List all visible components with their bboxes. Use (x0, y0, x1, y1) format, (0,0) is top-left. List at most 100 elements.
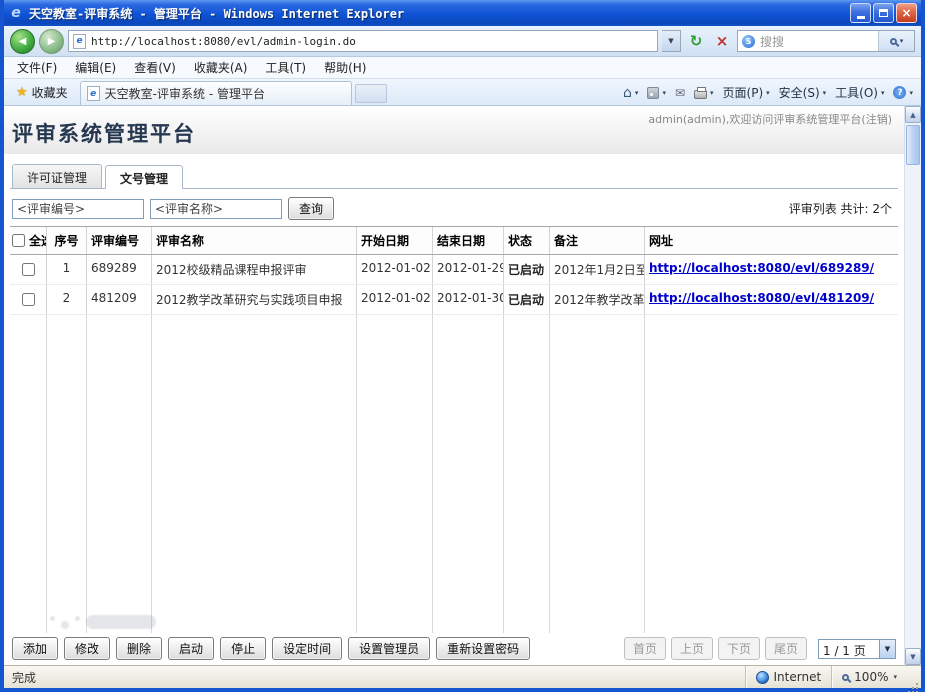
scrollbar-thumb[interactable] (906, 125, 920, 165)
feeds-button[interactable]: ▾ (647, 87, 666, 99)
delete-button[interactable]: 删除 (116, 637, 162, 660)
select-all-checkbox[interactable] (12, 234, 25, 247)
next-page-button[interactable]: 下页 (718, 637, 760, 660)
menu-favorites[interactable]: 收藏夹(A) (185, 57, 257, 78)
row-checkbox[interactable] (22, 263, 35, 276)
add-button[interactable]: 添加 (12, 637, 58, 660)
action-bar: 添加 修改 删除 启动 停止 设定时间 设置管理员 重新设置密码 首页 上页 下… (10, 633, 898, 662)
print-button[interactable]: ▾ (694, 87, 714, 99)
stop-button[interactable]: × (711, 30, 733, 52)
search-provider-icon: S (742, 35, 755, 48)
stop-icon: × (716, 32, 729, 50)
review-url-link[interactable]: http://localhost:8080/evl/481209/ (649, 291, 874, 305)
filter-row: 查询 评审列表 共计: 2个 (12, 197, 896, 220)
tab-license-management[interactable]: 许可证管理 (12, 164, 102, 188)
print-dropdown-icon: ▾ (710, 89, 714, 97)
scroll-down-button[interactable]: ▼ (905, 648, 921, 665)
page-menu-label: 页面(P) (723, 84, 764, 101)
menu-help[interactable]: 帮助(H) (315, 57, 375, 78)
header-url: 网址 (645, 227, 898, 254)
safety-menu-button[interactable]: 安全(S) ▾ (779, 84, 827, 101)
edit-button[interactable]: 修改 (64, 637, 110, 660)
read-mail-button[interactable]: ✉ (675, 86, 685, 100)
row-checkbox[interactable] (22, 293, 35, 306)
cell-status: 已启动 (504, 255, 550, 284)
cell-start-date: 2012-01-02 (357, 255, 433, 284)
page-menu-dropdown-icon: ▾ (766, 89, 770, 97)
favorites-button[interactable]: ★ 收藏夹 (8, 80, 76, 105)
cell-remark: 2012年1月2日至: (550, 255, 645, 284)
page-viewport: 评审系统管理平台 admin(admin),欢迎访问评审系统管理平台(注销) 许… (4, 106, 921, 665)
browser-window: e 天空教室-评审系统 - 管理平台 - Windows Internet Ex… (0, 0, 925, 692)
list-summary: 评审列表 共计: 2个 (789, 200, 896, 217)
zoom-control[interactable]: 100% ▾ (831, 666, 907, 688)
cell-seq: 2 (47, 285, 87, 314)
safety-menu-label: 安全(S) (779, 84, 820, 101)
forward-button[interactable]: ▶ (39, 29, 64, 54)
browser-tab[interactable]: e 天空教室-评审系统 - 管理平台 (80, 81, 352, 105)
set-admin-button[interactable]: 设置管理员 (348, 637, 430, 660)
last-page-button[interactable]: 尾页 (765, 637, 807, 660)
page-title: 评审系统管理平台 (12, 118, 196, 148)
stop-review-button[interactable]: 停止 (220, 637, 266, 660)
close-button[interactable]: × (896, 3, 917, 23)
review-url-link[interactable]: http://localhost:8080/evl/689289/ (649, 261, 874, 275)
tab-document-management[interactable]: 文号管理 (105, 165, 183, 189)
refresh-button[interactable]: ↻ (685, 30, 707, 52)
back-button[interactable]: ◀ (10, 29, 35, 54)
help-button[interactable]: ? ▾ (893, 86, 913, 99)
start-button[interactable]: 启动 (168, 637, 214, 660)
menu-tools[interactable]: 工具(T) (256, 57, 315, 78)
review-name-input[interactable] (150, 199, 282, 219)
header-code: 评审编号 (87, 227, 152, 254)
search-button[interactable]: ▾ (878, 31, 914, 51)
zoom-icon (842, 674, 849, 681)
page-menu-button[interactable]: 页面(P) ▾ (723, 84, 770, 101)
reset-password-button[interactable]: 重新设置密码 (436, 637, 530, 660)
favorites-bar: ★ 收藏夹 e 天空教室-评审系统 - 管理平台 ⌂ ▾ ▾ ✉ ▾ (4, 79, 921, 106)
zoom-dropdown-icon[interactable]: ▾ (893, 673, 897, 681)
table-header-row: 全选 序号 评审编号 评审名称 开始日期 结束日期 状态 备注 网址 (10, 226, 898, 255)
header-name: 评审名称 (152, 227, 357, 254)
tools-menu-button[interactable]: 工具(O) ▾ (835, 84, 884, 101)
help-icon: ? (893, 86, 906, 99)
table-row: 2 481209 2012教学改革研究与实践项目申报 2012-01-02 20… (10, 285, 898, 315)
scrollbar-track[interactable] (905, 123, 921, 648)
print-icon (694, 90, 707, 99)
tab-title: 天空教室-评审系统 - 管理平台 (105, 85, 265, 102)
review-table: 全选 序号 评审编号 评审名称 开始日期 结束日期 状态 备注 网址 1 689… (10, 226, 898, 633)
scroll-up-button[interactable]: ▲ (905, 106, 921, 123)
ie-icon: e (8, 5, 24, 21)
pagination: 首页 上页 下页 尾页 1 / 1 页 ▼ (624, 637, 896, 660)
vertical-scrollbar: ▲ ▼ (904, 106, 921, 665)
page-select-value: 1 / 1 页 (819, 640, 879, 658)
header-select-all: 全选 (29, 232, 47, 249)
search-input[interactable]: S 搜搜 ▾ (737, 30, 915, 52)
address-dropdown-icon[interactable]: ▼ (662, 30, 681, 52)
header-end-date: 结束日期 (433, 227, 504, 254)
page-select-dropdown-icon[interactable]: ▼ (879, 640, 895, 658)
resize-grip[interactable] (907, 666, 921, 688)
cell-code: 481209 (87, 285, 152, 314)
cell-code: 689289 (87, 255, 152, 284)
address-field[interactable]: e http://localhost:8080/evl/admin-login.… (68, 30, 658, 52)
menu-bar: 文件(F) 编辑(E) 查看(V) 收藏夹(A) 工具(T) 帮助(H) (4, 57, 921, 79)
page-select[interactable]: 1 / 1 页 ▼ (818, 639, 896, 659)
home-button[interactable]: ⌂ ▾ (623, 85, 638, 101)
new-tab-button[interactable] (355, 84, 387, 103)
user-greeting[interactable]: admin(admin),欢迎访问评审系统管理平台(注销) (648, 111, 892, 127)
window-title: 天空教室-评审系统 - 管理平台 - Windows Internet Expl… (29, 5, 404, 22)
help-dropdown-icon: ▾ (909, 89, 913, 97)
menu-edit[interactable]: 编辑(E) (66, 57, 125, 78)
query-button[interactable]: 查询 (288, 197, 334, 220)
minimize-button[interactable] (850, 3, 871, 23)
prev-page-button[interactable]: 上页 (671, 637, 713, 660)
maximize-button[interactable] (873, 3, 894, 23)
tools-menu-dropdown-icon: ▾ (881, 89, 885, 97)
menu-file[interactable]: 文件(F) (8, 57, 66, 78)
review-code-input[interactable] (12, 199, 144, 219)
search-placeholder: 搜搜 (760, 33, 873, 50)
menu-view[interactable]: 查看(V) (125, 57, 185, 78)
first-page-button[interactable]: 首页 (624, 637, 666, 660)
set-time-button[interactable]: 设定时间 (272, 637, 342, 660)
